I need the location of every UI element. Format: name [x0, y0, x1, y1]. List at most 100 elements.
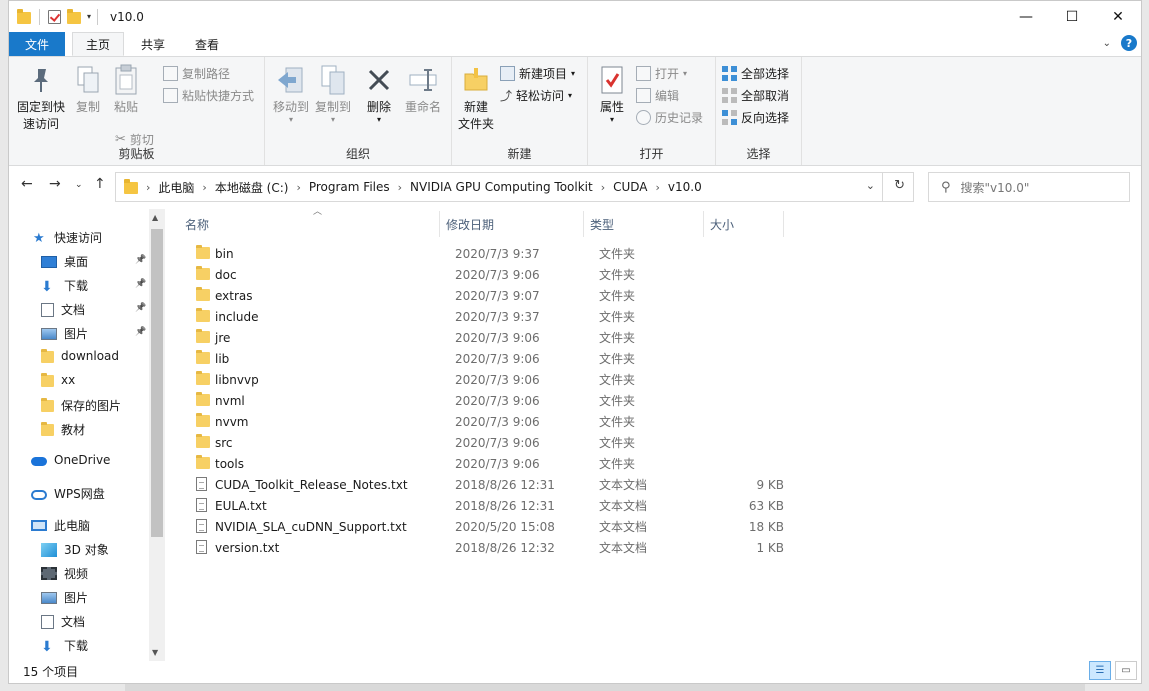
- customize-toolbar-arrow-icon[interactable]: ▾: [87, 12, 91, 21]
- nav-item[interactable]: OneDrive: [31, 453, 110, 467]
- tab-view[interactable]: 查看: [182, 32, 232, 56]
- pin-to-quick-access-button[interactable]: 固定到快 速访问: [15, 63, 67, 133]
- nav-item[interactable]: 桌面: [41, 253, 88, 270]
- search-box[interactable]: ⚲ 搜索"v10.0": [928, 172, 1130, 202]
- chevron-right-icon[interactable]: ›: [202, 181, 206, 194]
- delete-button[interactable]: 删除 ▾: [361, 63, 397, 124]
- new-item-button[interactable]: 新建项目 ▾: [500, 65, 575, 82]
- file-row[interactable]: extras 2020/7/3 9:07 文件夹: [179, 285, 819, 306]
- nav-item[interactable]: 图片: [41, 325, 88, 342]
- tab-file[interactable]: 文件: [9, 32, 65, 56]
- tab-share[interactable]: 共享: [128, 32, 178, 56]
- copy-to-button[interactable]: 复制到 ▾: [313, 63, 353, 124]
- file-row[interactable]: tools 2020/7/3 9:06 文件夹: [179, 453, 819, 474]
- move-to-button[interactable]: 移动到 ▾: [271, 63, 311, 124]
- column-header-size[interactable]: 大小: [710, 216, 734, 233]
- column-divider[interactable]: [583, 211, 584, 237]
- file-name: version.txt: [215, 540, 280, 555]
- breadcrumb-item[interactable]: v10.0: [668, 180, 702, 194]
- file-row[interactable]: jre 2020/7/3 9:06 文件夹: [179, 327, 819, 348]
- nav-item[interactable]: 文档: [41, 613, 85, 630]
- address-bar[interactable]: › 此电脑 › 本地磁盘 (C:) › Program Files › NVIDIA GPU…: [115, 172, 914, 202]
- paste-button[interactable]: 粘贴: [109, 63, 143, 116]
- new-folder-icon[interactable]: [67, 9, 81, 24]
- file-row[interactable]: src 2020/7/3 9:06 文件夹: [179, 432, 819, 453]
- nav-item[interactable]: ⬇ 下载: [41, 277, 88, 295]
- forward-arrow-icon[interactable]: →: [49, 176, 61, 192]
- nav-item[interactable]: ⬇ 下载: [41, 637, 88, 655]
- file-row[interactable]: doc 2020/7/3 9:06 文件夹: [179, 264, 819, 285]
- large-icons-view-button[interactable]: ▭: [1115, 661, 1137, 680]
- chevron-right-icon[interactable]: ›: [146, 181, 150, 194]
- nav-item[interactable]: 视频: [41, 565, 88, 582]
- nav-item[interactable]: 保存的图片: [41, 397, 121, 414]
- column-divider[interactable]: [439, 211, 440, 237]
- chevron-right-icon[interactable]: ›: [656, 181, 660, 194]
- column-header-date[interactable]: 修改日期: [446, 216, 494, 233]
- nav-item[interactable]: 文档: [41, 301, 85, 318]
- scroll-down-arrow-icon[interactable]: ▼: [152, 648, 158, 657]
- close-button[interactable]: ✕: [1095, 1, 1141, 32]
- new-folder-button[interactable]: 新建 文件夹: [456, 63, 496, 133]
- file-row[interactable]: libnvvp 2020/7/3 9:06 文件夹: [179, 369, 819, 390]
- file-row[interactable]: EULA.txt 2018/8/26 12:31 文本文档 63 KB: [179, 495, 819, 516]
- expand-ribbon-chevron-icon[interactable]: ⌄: [1103, 38, 1111, 49]
- open-button[interactable]: 打开 ▾: [636, 65, 687, 82]
- maximize-button[interactable]: ☐: [1049, 1, 1095, 32]
- scrollbar-thumb[interactable]: [151, 229, 163, 537]
- chevron-right-icon[interactable]: ›: [601, 181, 605, 194]
- nav-item[interactable]: 图片: [41, 589, 88, 606]
- nav-item[interactable]: 3D 对象: [41, 541, 109, 558]
- file-row[interactable]: bin 2020/7/3 9:37 文件夹: [179, 243, 819, 264]
- copy-button[interactable]: 复制: [71, 63, 105, 116]
- navigation-pane-scrollbar[interactable]: ▲ ▼: [149, 209, 165, 661]
- tab-home[interactable]: 主页: [72, 32, 125, 56]
- breadcrumb-item[interactable]: CUDA: [613, 180, 647, 194]
- invert-selection-button[interactable]: 反向选择: [722, 109, 789, 126]
- breadcrumb-item[interactable]: Program Files: [309, 180, 390, 194]
- column-header-type[interactable]: 类型: [590, 216, 614, 233]
- minimize-button[interactable]: —: [1003, 1, 1049, 32]
- file-row[interactable]: version.txt 2018/8/26 12:32 文本文档 1 KB: [179, 537, 819, 558]
- back-arrow-icon[interactable]: ←: [21, 176, 33, 192]
- column-header-name[interactable]: 名称: [185, 216, 209, 233]
- paste-shortcut-button[interactable]: 粘贴快捷方式: [163, 87, 254, 104]
- breadcrumb-item[interactable]: 本地磁盘 (C:): [215, 179, 289, 196]
- nav-item[interactable]: ★ 快速访问: [33, 229, 102, 246]
- file-row[interactable]: NVIDIA_SLA_cuDNN_Support.txt 2020/5/20 15…: [179, 516, 819, 537]
- nav-item[interactable]: xx: [41, 372, 75, 387]
- column-divider[interactable]: [703, 211, 704, 237]
- breadcrumb-item[interactable]: 此电脑: [158, 179, 194, 196]
- recent-locations-chevron-icon[interactable]: ⌄: [75, 180, 83, 190]
- chevron-right-icon[interactable]: ›: [296, 181, 300, 194]
- edit-button[interactable]: 编辑: [636, 87, 679, 104]
- select-none-button[interactable]: 全部取消: [722, 87, 789, 104]
- properties-button[interactable]: 属性 ▾: [592, 63, 632, 124]
- refresh-icon[interactable]: ↻: [894, 178, 905, 193]
- folder-icon: [196, 413, 210, 427]
- nav-item[interactable]: WPS网盘: [31, 485, 105, 502]
- copy-path-button[interactable]: 复制路径: [163, 65, 230, 82]
- easy-access-button[interactable]: ⤴ 轻松访问 ▾: [500, 87, 572, 104]
- nav-item[interactable]: 此电脑: [31, 517, 90, 534]
- address-dropdown-chevron-icon[interactable]: ⌄: [866, 179, 875, 192]
- details-view-button[interactable]: ☰: [1089, 661, 1111, 680]
- column-divider[interactable]: [783, 211, 784, 237]
- properties-check-icon[interactable]: [48, 9, 61, 24]
- breadcrumb-item[interactable]: NVIDIA GPU Computing Toolkit: [410, 180, 593, 194]
- history-button[interactable]: 历史记录: [636, 109, 703, 126]
- rename-button[interactable]: 重命名: [401, 63, 445, 116]
- nav-item[interactable]: 教材: [41, 421, 85, 438]
- file-row[interactable]: nvml 2020/7/3 9:06 文件夹: [179, 390, 819, 411]
- folder-icon: [41, 372, 54, 387]
- file-row[interactable]: include 2020/7/3 9:37 文件夹: [179, 306, 819, 327]
- help-icon[interactable]: ?: [1121, 35, 1137, 51]
- up-arrow-icon[interactable]: ↑: [94, 176, 106, 192]
- file-row[interactable]: nvvm 2020/7/3 9:06 文件夹: [179, 411, 819, 432]
- scroll-up-arrow-icon[interactable]: ▲: [152, 213, 158, 222]
- nav-item[interactable]: download: [41, 348, 119, 363]
- chevron-right-icon[interactable]: ›: [398, 181, 402, 194]
- select-all-button[interactable]: 全部选择: [722, 65, 789, 82]
- file-row[interactable]: CUDA_Toolkit_Release_Notes.txt 2018/8/26 …: [179, 474, 819, 495]
- file-row[interactable]: lib 2020/7/3 9:06 文件夹: [179, 348, 819, 369]
